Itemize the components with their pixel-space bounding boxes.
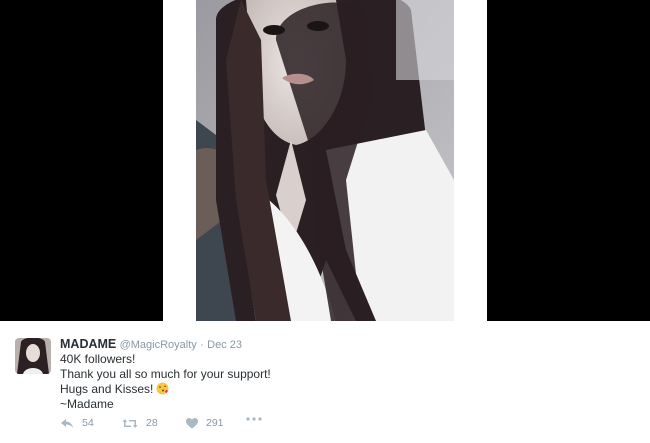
display-name[interactable]: MADAME [60,337,116,351]
tweet-line: ~Madame [60,397,114,411]
like-button[interactable]: 291 [186,417,224,429]
like-count: 291 [206,417,224,429]
heart-icon [186,417,198,428]
tweet-line: 40K followers! [60,352,136,366]
separator: · [200,339,204,351]
media-container [0,0,650,321]
tweet-line: Hugs and Kisses! [60,382,154,396]
selfie-image [196,0,454,321]
retweet-icon [122,418,138,428]
tweet-header: MADAME @MagicRoyalty · Dec 23 [60,336,242,353]
more-icon [246,417,262,421]
retweet-count: 28 [146,417,158,429]
kiss-emoji-icon [156,382,169,395]
retweet-button[interactable]: 28 [122,417,158,429]
reply-button[interactable]: 54 [60,417,94,429]
avatar[interactable] [15,338,51,374]
more-button[interactable] [246,417,270,421]
reply-icon [61,418,73,428]
tweet-date[interactable]: Dec 23 [207,339,242,351]
tweet-card: MADAME @MagicRoyalty · Dec 23 40K follow… [0,321,650,443]
reply-count: 54 [82,417,94,429]
user-handle[interactable]: @MagicRoyalty [120,339,197,351]
tweet-photo[interactable] [163,0,487,321]
tweet-text: 40K followers! Thank you all so much for… [60,352,271,412]
tweet-line-with-emoji: Hugs and Kisses! [60,382,271,397]
tweet-line: Thank you all so much for your support! [60,367,271,381]
